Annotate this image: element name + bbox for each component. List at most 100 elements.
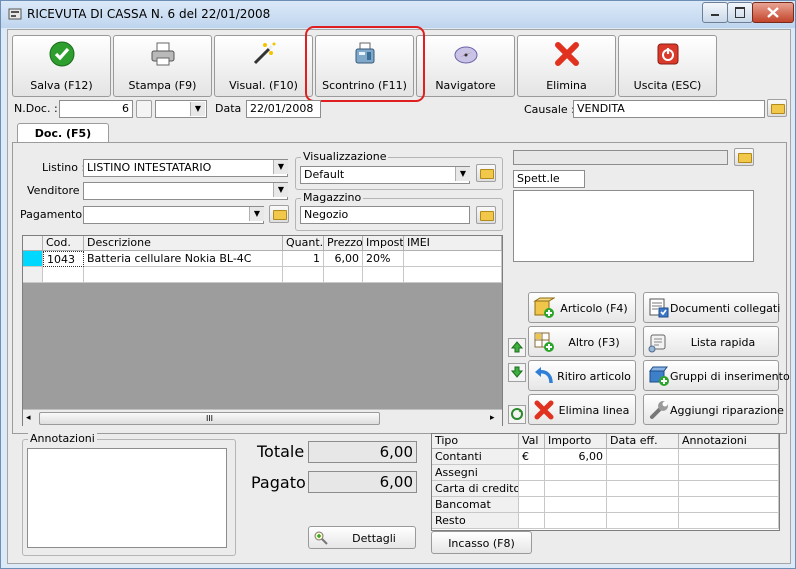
customer-address-textarea[interactable] [513, 190, 754, 262]
grid-header-imei[interactable]: IMEI [404, 236, 502, 251]
venditore-select[interactable] [83, 182, 288, 200]
ndoc-input[interactable]: 6 [59, 100, 133, 118]
cell-empty[interactable] [84, 267, 283, 283]
cell-empty[interactable] [404, 267, 502, 283]
cell-empty[interactable] [43, 267, 84, 283]
payment-val-cell[interactable]: € [519, 449, 545, 465]
scroll-thumb[interactable]: III [39, 412, 380, 425]
payment-val-cell[interactable] [519, 513, 545, 529]
magazzino-folder-button[interactable] [476, 206, 496, 224]
linked-documents-icon [649, 298, 669, 318]
payment-notes-cell[interactable] [679, 513, 779, 529]
insertion-groups-button[interactable]: Gruppi di inserimento [643, 360, 790, 391]
payments-header-val[interactable]: Val [519, 434, 545, 449]
scroll-left-icon[interactable]: ◂ [26, 413, 31, 423]
move-up-button[interactable] [508, 338, 526, 357]
add-article-button[interactable]: Articolo (F4) [528, 292, 636, 323]
ndoc-series-select[interactable]: ▼ [155, 100, 207, 118]
grid-header-prezzo[interactable]: Prezzo [324, 236, 363, 251]
close-button[interactable] [752, 2, 794, 23]
cell-empty[interactable] [363, 267, 404, 283]
quick-list-button[interactable]: Lista rapida [643, 326, 779, 357]
cell-quant[interactable]: 1 [283, 251, 324, 267]
payment-date-cell[interactable] [607, 481, 679, 497]
customer-greeting-input[interactable]: Spett.le [513, 170, 585, 188]
payment-notes-cell[interactable] [679, 465, 779, 481]
payment-amount-cell[interactable] [545, 497, 607, 513]
refresh-button[interactable] [508, 405, 526, 424]
grid-header-imposte[interactable]: Imposte [363, 236, 404, 251]
cell-empty[interactable] [324, 267, 363, 283]
payment-amount-cell[interactable] [545, 465, 607, 481]
move-down-button[interactable] [508, 363, 526, 382]
title-bar[interactable]: RICEVUTA DI CASSA N. 6 del 22/01/2008 [1, 1, 795, 28]
row-indicator[interactable] [23, 251, 43, 267]
payment-val-cell[interactable] [519, 481, 545, 497]
causale-input[interactable]: VENDITA [573, 100, 765, 118]
print-button[interactable]: Stampa (F9) [113, 35, 212, 97]
cell-empty[interactable] [283, 267, 324, 283]
payment-amount-cell[interactable]: 6,00 [545, 449, 607, 465]
exit-button[interactable]: Uscita (ESC) [618, 35, 717, 97]
cell-imposte[interactable]: 20% [363, 251, 404, 267]
totale-label: Totale [257, 442, 305, 461]
navigator-button[interactable]: Navigatore [416, 35, 515, 97]
incasso-button[interactable]: Incasso (F8) [431, 531, 532, 554]
ndoc-suffix-button[interactable] [136, 100, 152, 118]
customer-search-input[interactable] [513, 150, 728, 165]
payment-date-cell[interactable] [607, 513, 679, 529]
payment-amount-cell[interactable] [545, 513, 607, 529]
payment-val-cell[interactable] [519, 465, 545, 481]
arrow-down-icon [510, 366, 524, 378]
visual-button[interactable]: Visual. (F10) [214, 35, 313, 97]
visualizzazione-select[interactable]: Default [300, 166, 470, 184]
grid-header-descrizione[interactable]: Descrizione [84, 236, 283, 251]
delete-button[interactable]: Elimina [517, 35, 616, 97]
date-input[interactable]: 22/01/2008 [246, 100, 321, 118]
maximize-button[interactable] [727, 2, 753, 23]
notes-textarea[interactable] [27, 448, 227, 548]
venditore-label: Venditore : [27, 184, 87, 197]
cell-descrizione[interactable]: Batteria cellulare Nokia BL-4C [84, 251, 283, 267]
payment-date-cell[interactable] [607, 497, 679, 513]
linked-documents-button[interactable]: Documenti collegati [643, 292, 780, 323]
magazzino-input[interactable]: Negozio [300, 206, 470, 224]
chevron-down-icon: ▼ [249, 207, 264, 221]
details-button[interactable]: Dettagli [308, 526, 416, 549]
delete-line-button[interactable]: Elimina linea [528, 394, 636, 425]
payments-header-tipo[interactable]: Tipo [432, 434, 519, 449]
customer-folder-button[interactable] [734, 148, 754, 166]
payment-amount-cell[interactable] [545, 481, 607, 497]
pagamento-select[interactable] [83, 206, 264, 224]
scroll-right-icon[interactable]: ▸ [490, 413, 495, 423]
causale-folder-button[interactable] [767, 99, 787, 117]
save-button[interactable]: Salva (F12) [12, 35, 111, 97]
pagamento-folder-button[interactable] [269, 205, 289, 223]
payment-date-cell[interactable] [607, 449, 679, 465]
cell-imei[interactable] [404, 251, 502, 267]
payment-date-cell[interactable] [607, 465, 679, 481]
cell-cod[interactable]: 1043 [43, 251, 84, 267]
pagato-value: 6,00 [308, 471, 417, 493]
payments-header-annotazioni[interactable]: Annotazioni [679, 434, 779, 449]
payment-notes-cell[interactable] [679, 481, 779, 497]
tab-doc[interactable]: Doc. (F5) [17, 123, 109, 143]
row-indicator[interactable] [23, 267, 43, 283]
horizontal-scrollbar[interactable]: ◂ III ▸ [23, 409, 502, 426]
listino-select[interactable]: LISTINO INTESTATARIO [83, 159, 288, 177]
add-repair-button[interactable]: Aggiungi riparazione [643, 394, 784, 425]
grid-header-cod[interactable]: Cod. [43, 236, 84, 251]
payment-notes-cell[interactable] [679, 497, 779, 513]
payment-val-cell[interactable] [519, 497, 545, 513]
payment-notes-cell[interactable] [679, 449, 779, 465]
payments-header-importo[interactable]: Importo [545, 434, 607, 449]
return-item-button[interactable]: Ritiro articolo [528, 360, 636, 391]
cell-prezzo[interactable]: 6,00 [324, 251, 363, 267]
minimize-button[interactable] [702, 2, 728, 23]
details-label: Dettagli [352, 532, 396, 545]
grid-header-quant[interactable]: Quant. [283, 236, 324, 251]
red-x-icon [534, 400, 554, 420]
other-button[interactable]: Altro (F3) [528, 326, 636, 357]
payments-header-data[interactable]: Data eff. [607, 434, 679, 449]
visualizzazione-folder-button[interactable] [476, 164, 496, 182]
